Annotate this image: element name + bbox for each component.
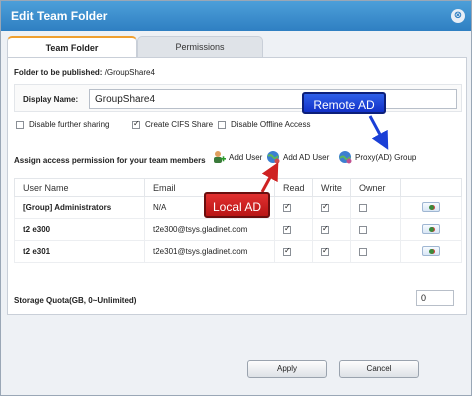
globe-user-icon — [267, 151, 280, 164]
proxy-ad-group-button[interactable]: Proxy(AD) Group — [338, 150, 416, 164]
owner-cell — [350, 240, 401, 263]
email-cell: t2e300@tsys.gladinet.com — [144, 218, 275, 241]
apply-button[interactable]: Apply — [247, 360, 327, 378]
action-cell — [400, 196, 462, 219]
option-disable-offline[interactable]: Disable Offline Access — [218, 120, 310, 129]
owner-cell — [350, 196, 401, 219]
assign-permission-label: Assign access permission for your team m… — [14, 156, 206, 165]
storage-quota-label: Storage Quota(GB, 0~Unlimited) — [14, 296, 137, 305]
remove-member-icon[interactable] — [422, 201, 440, 212]
create-cifs-label: Create CIFS Share — [145, 120, 214, 129]
col-user-name: User Name — [14, 178, 145, 197]
action-cell — [400, 240, 462, 263]
user-name-cell: [Group] Administrators — [14, 196, 145, 219]
folder-path: /GroupShare4 — [104, 68, 155, 77]
user-name-cell: t2 e300 — [14, 218, 145, 241]
close-icon[interactable]: ⊗ — [451, 9, 465, 23]
action-cell — [400, 218, 462, 241]
remove-member-icon[interactable] — [422, 245, 440, 256]
disable-offline-label: Disable Offline Access — [231, 120, 311, 129]
add-user-button[interactable]: Add User — [212, 150, 262, 164]
col-owner: Owner — [350, 178, 401, 197]
storage-quota-input[interactable]: 0 — [416, 290, 454, 306]
read-cell — [274, 218, 313, 241]
table-row: t2 e301 t2e301@tsys.gladinet.com — [14, 240, 462, 263]
add-ad-user-button[interactable]: Add AD User — [266, 150, 329, 164]
write-checkbox[interactable] — [321, 224, 329, 234]
read-checkbox[interactable] — [283, 202, 291, 212]
disable-sharing-label: Disable further sharing — [29, 120, 110, 129]
write-checkbox[interactable] — [321, 202, 329, 212]
col-write: Write — [312, 178, 351, 197]
folder-row: Folder to be published: /GroupShare4 — [14, 68, 155, 77]
col-actions — [400, 178, 462, 197]
write-cell — [312, 240, 351, 263]
remote-ad-callout: Remote AD — [302, 92, 386, 114]
read-checkbox[interactable] — [283, 246, 291, 256]
disable-offline-checkbox[interactable] — [218, 120, 226, 129]
add-user-icon — [214, 151, 226, 163]
dialog-title: Edit Team Folder — [11, 9, 108, 23]
add-user-label: Add User — [229, 152, 263, 162]
dialog-titlebar: Edit Team Folder ⊗ — [1, 1, 471, 31]
col-read: Read — [274, 178, 313, 197]
globe-group-icon — [339, 151, 352, 164]
read-cell — [274, 196, 313, 219]
user-name-cell: t2 e301 — [14, 240, 145, 263]
remove-member-icon[interactable] — [422, 223, 440, 234]
tab-permissions[interactable]: Permissions — [137, 36, 263, 58]
cancel-button[interactable]: Cancel — [339, 360, 419, 378]
add-ad-user-label: Add AD User — [283, 152, 330, 162]
owner-checkbox[interactable] — [359, 247, 367, 256]
folder-label: Folder to be published: — [14, 68, 103, 77]
table-row: t2 e300 t2e300@tsys.gladinet.com — [14, 218, 462, 241]
display-name-box: Display Name: GroupShare4 — [14, 84, 462, 112]
option-create-cifs[interactable]: Create CIFS Share — [132, 119, 214, 129]
read-checkbox[interactable] — [283, 224, 291, 234]
tab-team-folder[interactable]: Team Folder — [7, 36, 137, 58]
read-cell — [274, 240, 313, 263]
owner-checkbox[interactable] — [359, 225, 367, 234]
proxy-ad-group-label: Proxy(AD) Group — [355, 152, 417, 162]
display-name-input[interactable]: GroupShare4 — [89, 89, 457, 109]
local-ad-callout: Local AD — [204, 192, 270, 218]
write-cell — [312, 218, 351, 241]
team-folder-panel: Folder to be published: /GroupShare4 Dis… — [7, 57, 467, 315]
disable-sharing-checkbox[interactable] — [16, 120, 24, 129]
write-checkbox[interactable] — [321, 246, 329, 256]
display-name-label: Display Name: — [23, 95, 79, 104]
owner-checkbox[interactable] — [359, 203, 367, 212]
write-cell — [312, 196, 351, 219]
option-disable-sharing[interactable]: Disable further sharing — [16, 120, 109, 129]
members-table: User Name Email Read Write Owner [Group]… — [14, 178, 462, 263]
email-cell: t2e301@tsys.gladinet.com — [144, 240, 275, 263]
owner-cell — [350, 218, 401, 241]
create-cifs-checkbox[interactable] — [132, 119, 140, 129]
